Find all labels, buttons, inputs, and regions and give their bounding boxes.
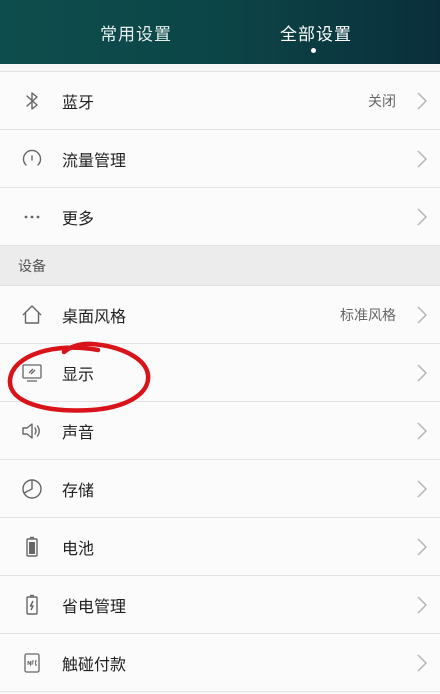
- row-label: 声音: [62, 422, 95, 442]
- chevron-right-icon: [416, 480, 428, 498]
- bluetooth-status: 关闭: [368, 93, 396, 110]
- row-tap-and-pay[interactable]: 触碰付款: [0, 634, 440, 692]
- display-icon: [20, 361, 44, 385]
- row-label: 桌面风格: [62, 306, 127, 326]
- power-saving-icon: [20, 593, 44, 617]
- row-label: 省电管理: [62, 596, 127, 616]
- section-header-device: 设备: [0, 246, 440, 286]
- row-more[interactable]: 更多: [0, 188, 440, 246]
- row-label: 流量管理: [62, 150, 127, 170]
- speaker-icon: [20, 419, 44, 443]
- storage-pie-icon: [20, 477, 44, 501]
- chevron-right-icon: [416, 538, 428, 556]
- home-style-value: 标准风格: [340, 307, 396, 324]
- chevron-right-icon: [416, 208, 428, 226]
- row-sound[interactable]: 声音: [0, 402, 440, 460]
- active-tab-indicator: [311, 48, 316, 53]
- chevron-right-icon: [416, 596, 428, 614]
- chevron-right-icon: [416, 654, 428, 672]
- row-display[interactable]: 显示: [0, 344, 440, 402]
- tab-common-settings[interactable]: 常用设置: [96, 20, 176, 45]
- chevron-right-icon: [416, 422, 428, 440]
- row-storage[interactable]: 存储: [0, 460, 440, 518]
- home-icon: [20, 303, 44, 327]
- row-bluetooth[interactable]: 蓝牙 关闭: [0, 72, 440, 130]
- more-icon: [20, 205, 44, 229]
- row-home-style[interactable]: 桌面风格 标准风格: [0, 286, 440, 344]
- chevron-right-icon: [416, 364, 428, 382]
- top-tab-bar: 常用设置 全部设置: [0, 0, 440, 64]
- chevron-right-icon: [416, 306, 428, 324]
- data-usage-icon: [20, 147, 44, 171]
- row-data-usage[interactable]: 流量管理: [0, 130, 440, 188]
- list-top-divider: [0, 64, 440, 72]
- chevron-right-icon: [416, 150, 428, 168]
- bluetooth-icon: [20, 89, 44, 113]
- nfc-icon: [20, 651, 44, 675]
- row-label: 触碰付款: [62, 654, 127, 674]
- row-label: 蓝牙: [62, 92, 95, 112]
- settings-list: 蓝牙 关闭 流量管理 更多 设备 桌面风格 标准风格 显示 声音 存储 电池 省…: [0, 64, 440, 692]
- row-battery[interactable]: 电池: [0, 518, 440, 576]
- row-power-saving[interactable]: 省电管理: [0, 576, 440, 634]
- chevron-right-icon: [416, 92, 428, 110]
- battery-icon: [20, 535, 44, 559]
- row-label: 存储: [62, 480, 95, 500]
- row-label: 显示: [62, 364, 95, 384]
- row-label: 更多: [62, 208, 95, 228]
- row-label: 电池: [62, 538, 95, 558]
- tab-all-settings[interactable]: 全部设置: [276, 20, 356, 45]
